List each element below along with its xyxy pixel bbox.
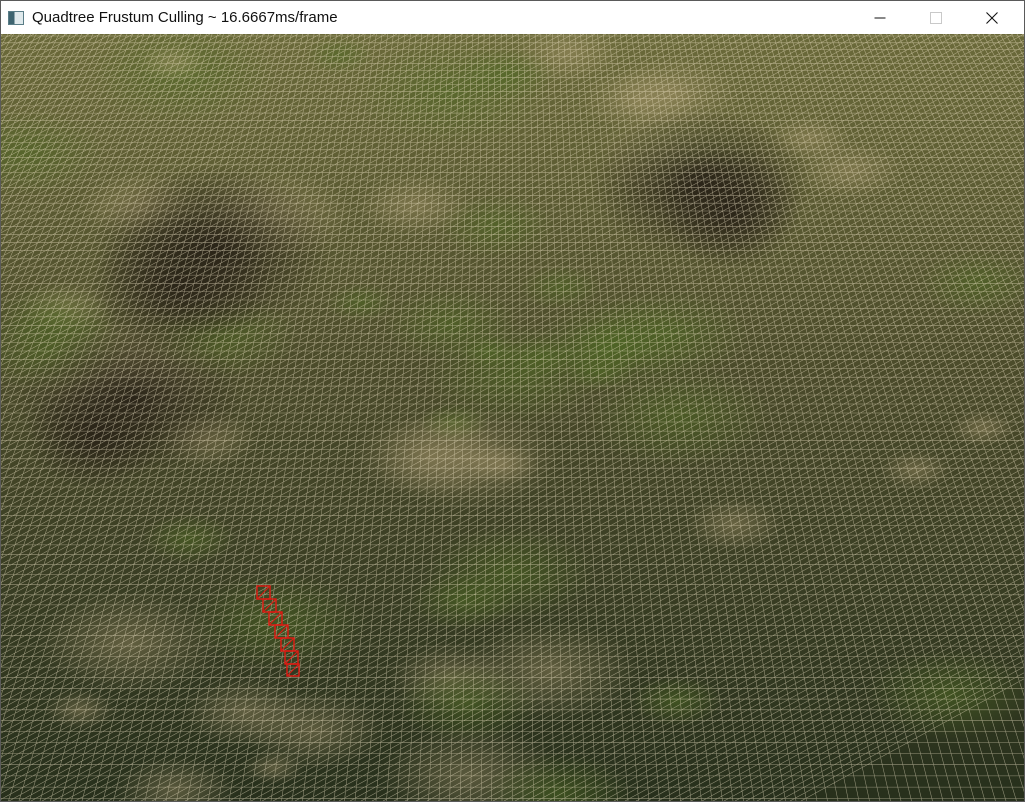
close-button[interactable] xyxy=(969,1,1015,34)
terrain-scene xyxy=(1,34,1024,801)
app-window-icon xyxy=(8,10,24,25)
application-window: Quadtree Frustum Culling ~ 16.6667ms/fra… xyxy=(0,0,1025,802)
texture-patch xyxy=(36,591,222,694)
texture-patch xyxy=(879,450,952,490)
minimize-icon xyxy=(874,17,886,18)
maximize-button[interactable] xyxy=(913,1,959,34)
minimize-button[interactable] xyxy=(857,1,903,34)
title-bar[interactable]: Quadtree Frustum Culling ~ 16.6667ms/fra… xyxy=(1,1,1024,34)
maximize-icon xyxy=(930,11,942,24)
render-viewport[interactable] xyxy=(1,34,1024,801)
close-icon xyxy=(986,11,998,24)
window-title: Quadtree Frustum Culling ~ 16.6667ms/fra… xyxy=(32,9,338,26)
texture-patch xyxy=(241,690,386,770)
